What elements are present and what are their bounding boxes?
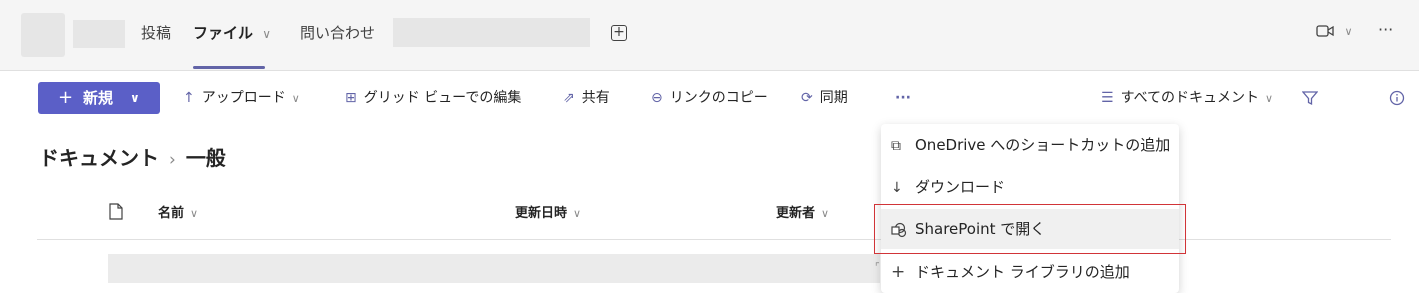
info-icon	[1389, 90, 1405, 106]
active-tab-indicator	[193, 66, 265, 69]
plus-icon: +	[891, 262, 906, 282]
menu-item-label: ダウンロード	[915, 178, 1006, 196]
new-button-label: 新規	[83, 89, 114, 107]
grid-edit-button[interactable]: ⊞ グリッド ビューでの編集	[345, 88, 521, 108]
column-header-modified-by[interactable]: 更新者 ∨	[776, 205, 829, 223]
menu-item-add-onedrive-shortcut[interactable]: ⧉ OneDrive へのショートカットの追加	[881, 125, 1179, 165]
download-icon: ↓	[891, 180, 903, 196]
tab-inquiries[interactable]: 問い合わせ	[300, 22, 375, 44]
link-icon: ⊖	[651, 90, 663, 106]
chevron-down-icon: ∨	[1265, 92, 1274, 105]
list-view-icon: ☰	[1101, 90, 1114, 106]
add-tab-icon[interactable]: +	[611, 25, 627, 41]
menu-item-label: OneDrive へのショートカットの追加	[915, 136, 1171, 154]
tab-files-label: ファイル	[193, 24, 254, 42]
row-overflow-mark: ⌜	[875, 262, 880, 273]
share-label: 共有	[581, 90, 610, 106]
column-header-modified[interactable]: 更新日時 ∨	[515, 205, 581, 223]
menu-item-label: ドキュメント ライブラリの追加	[915, 263, 1130, 281]
file-row-placeholder[interactable]	[108, 254, 880, 283]
column-name-label: 名前	[158, 206, 185, 221]
breadcrumb-current: 一般	[185, 146, 226, 170]
breadcrumb-separator: ›	[169, 150, 176, 170]
info-button[interactable]	[1389, 88, 1405, 108]
column-modified-label: 更新日時	[515, 206, 568, 221]
menu-item-add-document-library[interactable]: + ドキュメント ライブラリの追加	[881, 252, 1179, 292]
channel-name-placeholder	[73, 20, 125, 48]
more-options-button[interactable]: ···	[1378, 20, 1393, 39]
breadcrumb: ドキュメント › 一般	[39, 144, 226, 174]
copy-link-label: リンクのコピー	[669, 90, 768, 106]
chevron-down-icon: ∨	[1344, 25, 1353, 38]
arrow-up-icon: ↑	[183, 90, 195, 106]
chevron-down-icon: ∨	[130, 91, 140, 105]
column-modified-by-label: 更新者	[776, 206, 816, 221]
column-header-name[interactable]: 名前 ∨	[158, 205, 198, 223]
copy-link-button[interactable]: ⊖ リンクのコピー	[651, 88, 768, 108]
more-toolbar-button[interactable]: ···	[895, 88, 911, 108]
grid-icon: ⊞	[345, 90, 357, 106]
new-button[interactable]: + 新規 ∨	[38, 82, 160, 114]
filter-icon	[1301, 91, 1319, 106]
chevron-down-icon: ∨	[190, 207, 199, 220]
meet-button[interactable]: ∨	[1316, 23, 1353, 39]
highlight-outline	[874, 204, 1186, 254]
shortcut-icon: ⧉	[891, 138, 901, 154]
chevron-down-icon: ∨	[821, 207, 830, 220]
plus-icon: +	[58, 87, 74, 108]
sync-label: 同期	[819, 90, 848, 106]
tab-placeholder[interactable]	[393, 18, 590, 47]
app-header: 投稿 ファイル ∨ 問い合わせ + ∨ ···	[0, 0, 1419, 71]
upload-label: アップロード	[201, 90, 286, 106]
file-type-icon[interactable]	[109, 203, 123, 220]
video-camera-icon	[1316, 25, 1334, 37]
chevron-down-icon: ∨	[262, 27, 272, 41]
sync-icon: ⟳	[801, 90, 813, 106]
view-selector[interactable]: ☰ すべてのドキュメント ∨	[1101, 88, 1273, 109]
menu-item-download[interactable]: ↓ ダウンロード	[881, 167, 1179, 207]
grid-edit-label: グリッド ビューでの編集	[363, 90, 522, 106]
sync-button[interactable]: ⟳ 同期	[801, 88, 848, 108]
upload-button[interactable]: ↑ アップロード ∨	[183, 88, 300, 109]
team-avatar[interactable]	[21, 13, 65, 57]
tab-files[interactable]: ファイル ∨	[193, 22, 271, 45]
chevron-down-icon: ∨	[573, 207, 582, 220]
view-label: すべてのドキュメント	[1120, 90, 1260, 106]
chevron-down-icon: ∨	[291, 92, 300, 105]
breadcrumb-root[interactable]: ドキュメント	[39, 146, 159, 170]
share-button[interactable]: ⇗ 共有	[563, 88, 610, 108]
header-divider	[37, 239, 1391, 240]
share-icon: ⇗	[563, 90, 575, 106]
tab-posts[interactable]: 投稿	[141, 22, 171, 44]
filter-button[interactable]	[1301, 88, 1319, 108]
